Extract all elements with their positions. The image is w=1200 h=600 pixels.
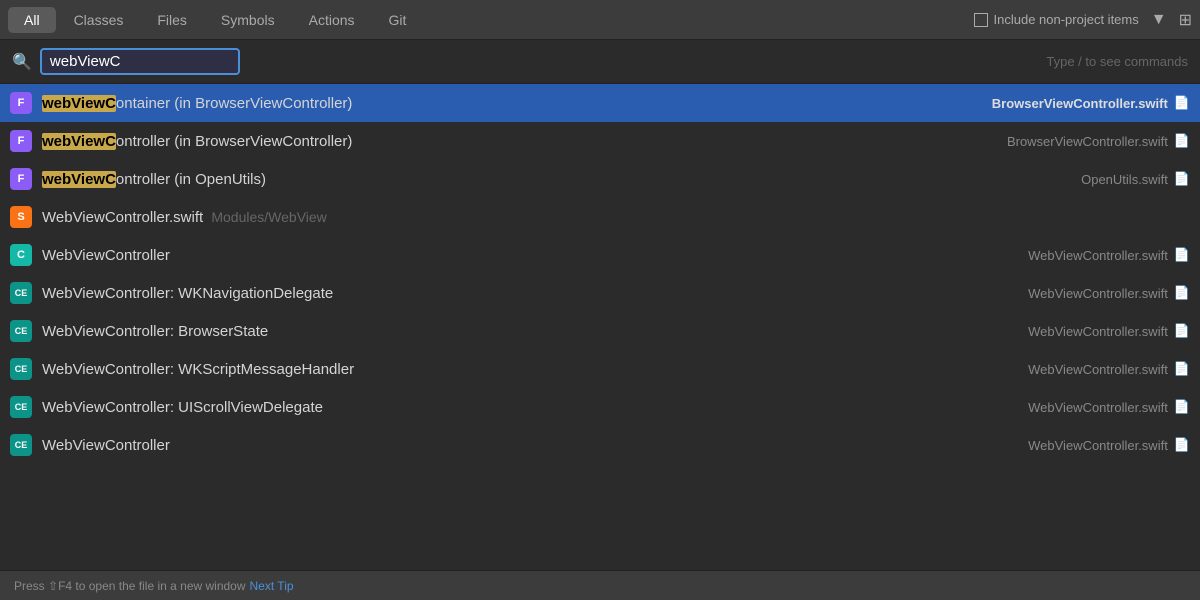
match-highlight-1: webViewC (42, 133, 116, 150)
file-name-8: WebViewController.swift (1016, 400, 1168, 415)
badge-6: CE (10, 320, 32, 342)
file-name-2: OpenUtils.swift (1069, 172, 1168, 187)
file-icon-0: 📄 (1174, 95, 1190, 111)
result-name-8: WebViewController: UIScrollViewDelegate (42, 399, 1016, 416)
result-rest-1: ontroller (in BrowserViewController) (116, 133, 352, 150)
badge-8: CE (10, 396, 32, 418)
result-row-9[interactable]: CE WebViewController WebViewController.s… (0, 426, 1200, 464)
tab-bar: All Classes Files Symbols Actions Git In… (0, 0, 1200, 40)
result-name-7: WebViewController: WKScriptMessageHandle… (42, 361, 1016, 378)
badge-1: F (10, 130, 32, 152)
status-bar: Press ⇧F4 to open the file in a new wind… (0, 570, 1200, 600)
tab-all[interactable]: All (8, 7, 56, 33)
file-name-1: BrowserViewController.swift (995, 134, 1168, 149)
result-rest-0: ontainer (in BrowserViewController) (116, 95, 352, 112)
match-highlight-0: webViewC (42, 95, 116, 112)
result-row-7[interactable]: CE WebViewController: WKScriptMessageHan… (0, 350, 1200, 388)
file-icon-7: 📄 (1174, 361, 1190, 377)
result-name-3: WebViewController.swift Modules/WebView (42, 209, 1190, 226)
file-name-5: WebViewController.swift (1016, 286, 1168, 301)
file-icon-2: 📄 (1174, 171, 1190, 187)
file-icon-8: 📄 (1174, 399, 1190, 415)
result-name-6: WebViewController: BrowserState (42, 323, 1016, 340)
tab-actions[interactable]: Actions (293, 7, 371, 33)
file-name-6: WebViewController.swift (1016, 324, 1168, 339)
search-icon: 🔍 (12, 52, 32, 72)
badge-9: CE (10, 434, 32, 456)
result-row-3[interactable]: S WebViewController.swift Modules/WebVie… (0, 198, 1200, 236)
search-input[interactable] (40, 48, 240, 75)
badge-0: F (10, 92, 32, 114)
file-icon-4: 📄 (1174, 247, 1190, 263)
result-row-6[interactable]: CE WebViewController: BrowserState WebVi… (0, 312, 1200, 350)
search-bar: 🔍 Type / to see commands (0, 40, 1200, 84)
result-path-3: Modules/WebView (211, 209, 326, 225)
result-name-1: webViewController (in BrowserViewControl… (42, 133, 995, 150)
result-name-9: WebViewController (42, 437, 1016, 454)
result-name-4: WebViewController (42, 247, 1016, 264)
result-name-0: webViewContainer (in BrowserViewControll… (42, 95, 980, 112)
badge-4: C (10, 244, 32, 266)
badge-3: S (10, 206, 32, 228)
result-row-8[interactable]: CE WebViewController: UIScrollViewDelega… (0, 388, 1200, 426)
include-non-project-text: Include non-project items (994, 12, 1139, 27)
file-icon-9: 📄 (1174, 437, 1190, 453)
result-row-5[interactable]: CE WebViewController: WKNavigationDelega… (0, 274, 1200, 312)
file-name-9: WebViewController.swift (1016, 438, 1168, 453)
result-row-2[interactable]: F webViewController (in OpenUtils) OpenU… (0, 160, 1200, 198)
tab-git[interactable]: Git (373, 7, 423, 33)
filter-icon[interactable]: ▼ (1151, 11, 1167, 29)
file-icon-1: 📄 (1174, 133, 1190, 149)
result-row-0[interactable]: F webViewContainer (in BrowserViewContro… (0, 84, 1200, 122)
file-name-4: WebViewController.swift (1016, 248, 1168, 263)
badge-2: F (10, 168, 32, 190)
layout-icon[interactable]: ⊞ (1179, 10, 1192, 30)
tab-files[interactable]: Files (141, 7, 203, 33)
result-row-1[interactable]: F webViewController (in BrowserViewContr… (0, 122, 1200, 160)
status-hint-text: Press ⇧F4 to open the file in a new wind… (14, 579, 246, 593)
result-name-2: webViewController (in OpenUtils) (42, 171, 1069, 188)
file-name-7: WebViewController.swift (1016, 362, 1168, 377)
file-icon-6: 📄 (1174, 323, 1190, 339)
main-content: 🔍 Type / to see commands F webViewContai… (0, 40, 1200, 600)
result-rest-2: ontroller (in OpenUtils) (116, 171, 266, 188)
tab-symbols[interactable]: Symbols (205, 7, 291, 33)
result-prefix-3: WebViewController.swift (42, 209, 203, 226)
tab-right: Include non-project items ▼ ⊞ (974, 10, 1193, 30)
tab-classes[interactable]: Classes (58, 7, 140, 33)
results-list: F webViewContainer (in BrowserViewContro… (0, 84, 1200, 570)
match-highlight-2: webViewC (42, 171, 116, 188)
file-name-0: BrowserViewController.swift (980, 96, 1168, 111)
file-icon-5: 📄 (1174, 285, 1190, 301)
badge-5: CE (10, 282, 32, 304)
search-hint: Type / to see commands (1046, 54, 1188, 69)
include-non-project-checkbox[interactable] (974, 13, 988, 27)
badge-7: CE (10, 358, 32, 380)
result-name-5: WebViewController: WKNavigationDelegate (42, 285, 1016, 302)
result-row-4[interactable]: C WebViewController WebViewController.sw… (0, 236, 1200, 274)
include-non-project-label: Include non-project items (974, 12, 1139, 27)
next-tip-button[interactable]: Next Tip (250, 579, 294, 593)
